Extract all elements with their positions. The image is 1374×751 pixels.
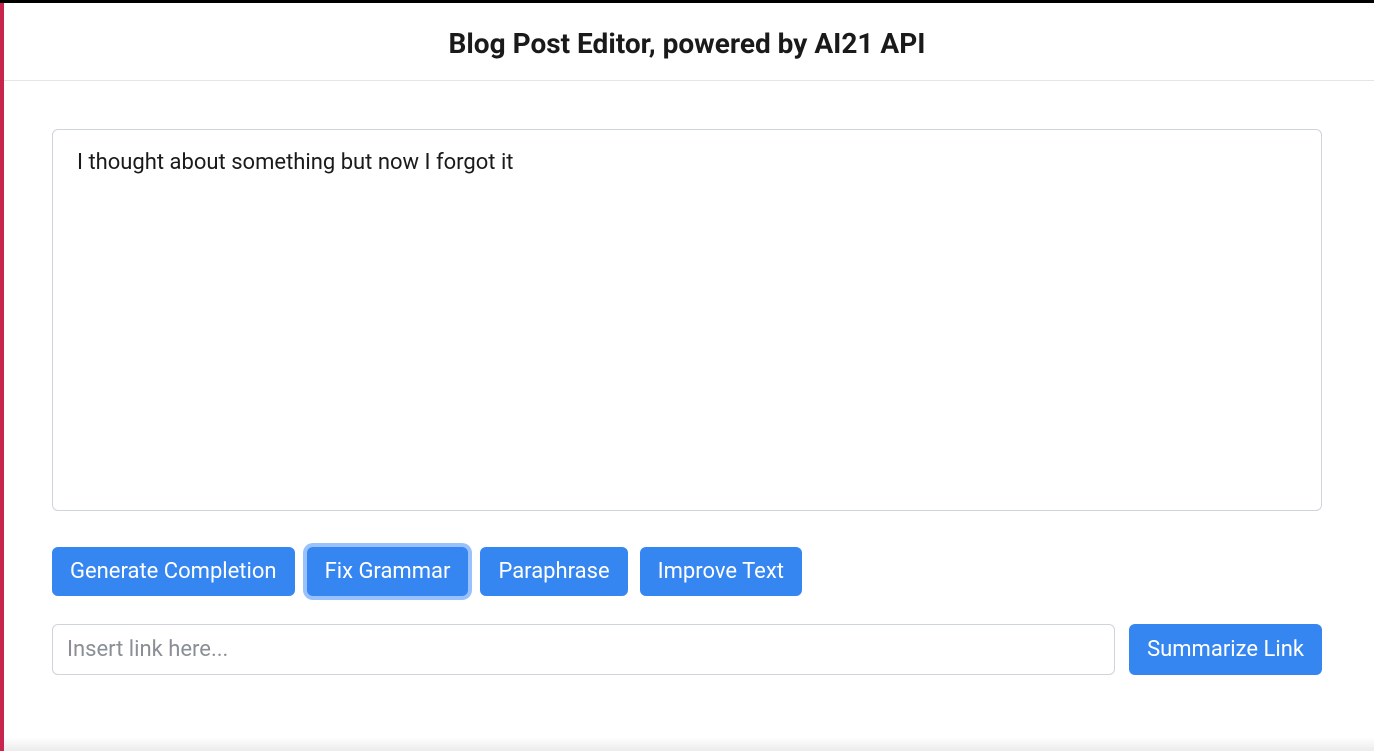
- left-accent-border: [0, 3, 4, 751]
- bottom-shadow: [4, 737, 1374, 751]
- improve-text-button[interactable]: Improve Text: [640, 547, 802, 596]
- generate-completion-button[interactable]: Generate Completion: [52, 547, 295, 596]
- page-title: Blog Post Editor, powered by AI21 API: [0, 27, 1374, 60]
- main-container: Generate Completion Fix Grammar Paraphra…: [0, 81, 1374, 675]
- summarize-link-button[interactable]: Summarize Link: [1129, 624, 1322, 675]
- link-input[interactable]: [52, 624, 1115, 675]
- link-row: Summarize Link: [52, 624, 1322, 675]
- blog-post-textarea[interactable]: [52, 129, 1322, 511]
- page-header: Blog Post Editor, powered by AI21 API: [0, 3, 1374, 81]
- action-button-row: Generate Completion Fix Grammar Paraphra…: [52, 547, 1322, 596]
- paraphrase-button[interactable]: Paraphrase: [480, 547, 627, 596]
- fix-grammar-button[interactable]: Fix Grammar: [307, 547, 469, 596]
